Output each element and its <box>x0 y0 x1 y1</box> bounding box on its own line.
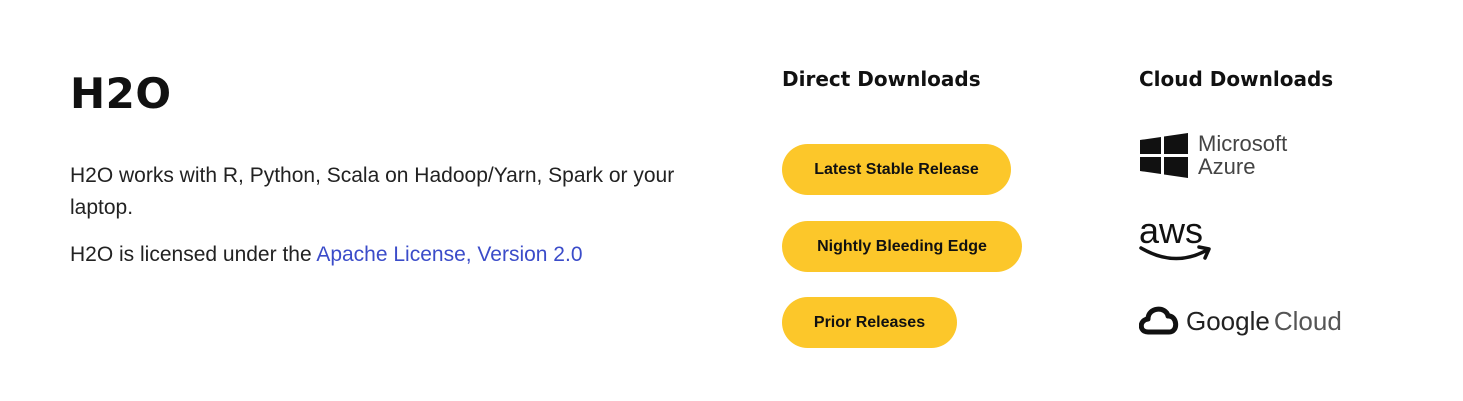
nightly-bleeding-edge-button[interactable]: Nightly Bleeding Edge <box>782 221 1022 272</box>
cloud-downloads-heading: Cloud Downloads <box>1139 67 1334 91</box>
apache-license-link[interactable]: Apache License, Version 2.0 <box>316 243 582 266</box>
product-title: H2O <box>70 69 172 118</box>
google-cloud-link[interactable]: Google Cloud <box>1138 302 1344 342</box>
direct-downloads-heading: Direct Downloads <box>782 67 981 91</box>
microsoft-azure-logo: Microsoft Azure <box>1140 131 1287 179</box>
product-description: H2O works with R, Python, Scala on Hadoo… <box>70 164 675 219</box>
product-info: H2O H2O works with R, Python, Scala on H… <box>70 68 710 271</box>
google-cloud-logo: Google Cloud <box>1138 306 1342 336</box>
aws-wordmark: aws <box>1139 214 1203 251</box>
prior-releases-button[interactable]: Prior Releases <box>782 297 957 348</box>
microsoft-azure-link[interactable]: Microsoft Azure <box>1139 130 1299 186</box>
cloud-word: Cloud <box>1274 306 1342 336</box>
aws-logo: aws <box>1139 210 1211 261</box>
google-cloud-wordmark: Google Cloud <box>1186 306 1342 336</box>
azure-word-microsoft: Microsoft <box>1198 131 1287 156</box>
google-word: Google <box>1186 306 1270 336</box>
azure-word-azure: Azure <box>1198 154 1255 179</box>
microsoft-windows-icon <box>1140 133 1188 178</box>
license-text: H2O is licensed under the Apache License… <box>70 239 710 271</box>
google-cloud-icon <box>1138 306 1179 335</box>
aws-link[interactable]: aws <box>1139 210 1219 270</box>
latest-stable-release-button[interactable]: Latest Stable Release <box>782 144 1011 195</box>
license-prefix: H2O is licensed under the <box>70 243 317 266</box>
